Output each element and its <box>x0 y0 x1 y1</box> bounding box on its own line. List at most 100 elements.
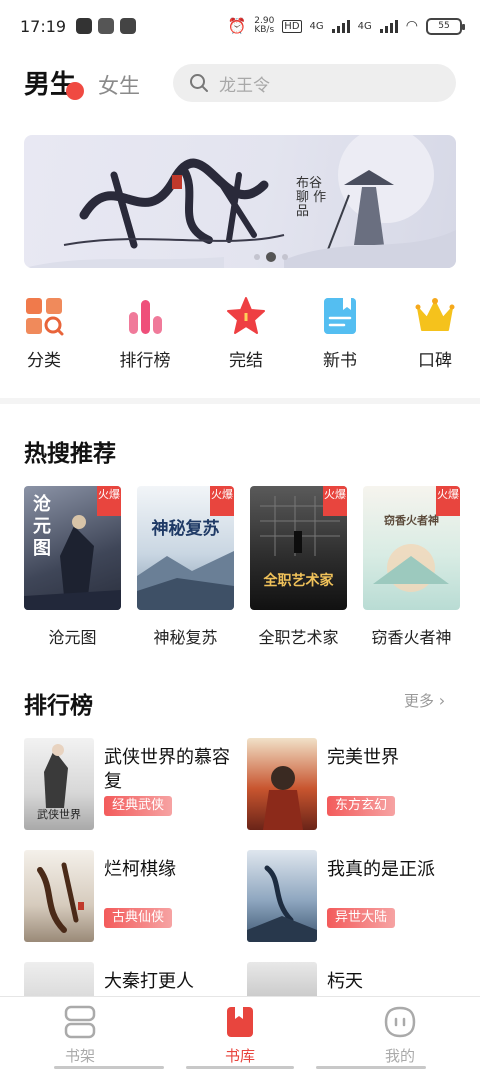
hot-tag: 火爆 <box>436 486 460 516</box>
banner-credit: 布谷聊 作品 <box>296 176 327 219</box>
more-label: 更多 <box>404 692 435 710</box>
qq-icon <box>76 18 93 34</box>
genre-tag: 异世大陆 <box>327 908 396 928</box>
quick-link-completed[interactable]: 完结 <box>216 296 276 371</box>
ranking-title: 排行榜 <box>24 693 93 719</box>
library-icon <box>223 1005 257 1039</box>
ranking-item[interactable]: 完美世界 东方玄幻 <box>247 738 467 830</box>
genre-tag: 经典武侠 <box>104 796 173 816</box>
quick-link-reputation[interactable]: 口碑 <box>405 296 465 371</box>
quick-link-new-book[interactable]: 新书 <box>310 296 370 371</box>
book-title: 烂柯棋缘 <box>104 859 176 880</box>
hot-search-title: 热搜推荐 <box>24 441 116 467</box>
quick-link-label: 口碑 <box>418 351 452 371</box>
book-title: 神秘复苏 <box>153 628 218 647</box>
nav-label: 书库 <box>224 1047 255 1065</box>
carousel-dot <box>282 254 288 260</box>
chevron-right-icon: › <box>438 691 446 710</box>
book-cover: 全职艺术家 火爆 <box>250 486 347 610</box>
nav-label: 我的 <box>384 1047 415 1065</box>
banner-artwork <box>24 135 456 268</box>
network-speed: 2.90 KB/s <box>254 16 275 35</box>
hot-tag: 火爆 <box>323 486 347 516</box>
status-right: ⏰ 2.90 KB/s HD 4G 4G ◠ 55 <box>227 16 465 35</box>
book-title: 全职艺术家 <box>258 628 339 647</box>
cover-title: 沧元图 <box>33 494 51 559</box>
gesture-bar <box>186 1066 294 1069</box>
hot-book-card[interactable]: 窃香火者神 火爆 窃香火者神 <box>363 486 460 648</box>
wifi-icon: ◠ <box>405 18 418 34</box>
signal-icon <box>331 19 350 33</box>
book-cover: 武侠世界 <box>24 738 94 830</box>
genre-tag: 古典仙侠 <box>104 908 173 928</box>
quick-link-category[interactable]: 分类 <box>14 296 74 371</box>
tab-female[interactable]: 女生 <box>98 70 140 100</box>
book-cover: 沧元图 火爆 <box>24 486 121 610</box>
network-type-1: 4G <box>309 20 324 32</box>
book-cover <box>247 850 317 942</box>
book-title: 武侠世界的慕容复 <box>104 747 230 792</box>
book-title: 杇天 <box>327 971 363 992</box>
gesture-bar <box>316 1066 426 1069</box>
svg-text:武侠世界: 武侠世界 <box>37 808 81 821</box>
more-link[interactable]: 更多 › <box>404 690 445 711</box>
app-notification-icon <box>98 18 115 34</box>
book-cover <box>24 850 94 942</box>
cover-art: 武侠世界 <box>37 744 81 821</box>
ranking-item[interactable]: 烂柯棋缘 古典仙侠 <box>24 850 244 942</box>
nav-library[interactable]: 书库 <box>200 1005 280 1066</box>
status-time: 17:19 <box>20 16 67 36</box>
hot-tag: 火爆 <box>210 486 234 516</box>
signal-icon-2 <box>379 19 398 33</box>
status-bar: 17:19 ⏰ 2.90 KB/s HD 4G 4G ◠ 55 <box>0 0 480 52</box>
ranking-item[interactable]: 武侠世界 武侠世界的慕容复 经典武侠 <box>24 738 244 830</box>
nav-profile[interactable]: 我的 <box>360 1005 440 1066</box>
hot-book-card[interactable]: 神秘复苏 火爆 神秘复苏 <box>137 486 234 648</box>
carousel-dot-active <box>266 252 276 262</box>
book-cover: 窃香火者神 火爆 <box>363 486 460 610</box>
new-book-icon <box>320 296 360 336</box>
star-icon <box>226 296 266 336</box>
cover-art <box>263 766 303 830</box>
book-title: 沧元图 <box>48 628 97 647</box>
hot-tag: 火爆 <box>97 486 121 516</box>
category-icon <box>24 296 64 336</box>
genre-tag: 东方玄幻 <box>327 796 396 816</box>
hd-icon: HD <box>282 19 302 33</box>
book-cover <box>247 738 317 830</box>
bottom-nav: 书架 书库 我的 <box>0 996 480 1070</box>
book-title: 大秦打更人 <box>104 971 194 992</box>
banner-carousel[interactable]: 布谷聊 作品 <box>24 135 456 268</box>
network-type-2: 4G <box>357 20 372 32</box>
quick-link-label: 完结 <box>229 351 263 371</box>
nav-bookshelf[interactable]: 书架 <box>40 1005 120 1066</box>
search-placeholder: 龙王令 <box>219 75 270 96</box>
profile-icon <box>383 1005 417 1039</box>
nav-label: 书架 <box>64 1047 95 1065</box>
hot-book-card[interactable]: 沧元图 火爆 沧元图 <box>24 486 121 648</box>
cover-art <box>247 865 317 942</box>
book-cover: 神秘复苏 火爆 <box>137 486 234 610</box>
book-title: 完美世界 <box>327 747 399 768</box>
quick-link-label: 新书 <box>323 351 357 371</box>
gesture-bar <box>54 1066 164 1069</box>
battery-icon: 55 <box>426 17 465 35</box>
active-tab-indicator <box>66 82 84 100</box>
alarm-icon: ⏰ <box>227 17 247 35</box>
ranking-item[interactable]: 我真的是正派 异世大陆 <box>247 850 467 942</box>
quick-link-label: 排行榜 <box>119 351 171 371</box>
quick-link-label: 分类 <box>27 351 61 371</box>
search-box[interactable]: 龙王令 <box>173 64 456 102</box>
quick-link-ranking[interactable]: 排行榜 <box>115 296 175 371</box>
hot-book-card[interactable]: 全职艺术家 火爆 全职艺术家 <box>250 486 347 648</box>
battery-level: 55 <box>438 21 450 31</box>
cover-title: 全职艺术家 <box>263 573 334 589</box>
crown-icon <box>415 296 455 336</box>
cover-art <box>37 862 84 933</box>
app-notification-icon-2 <box>120 18 137 34</box>
ranking-icon <box>125 296 165 336</box>
carousel-dots <box>254 252 288 262</box>
cover-title: 神秘复苏 <box>151 519 220 539</box>
bookshelf-icon <box>63 1005 97 1039</box>
book-title: 我真的是正派 <box>327 859 435 880</box>
